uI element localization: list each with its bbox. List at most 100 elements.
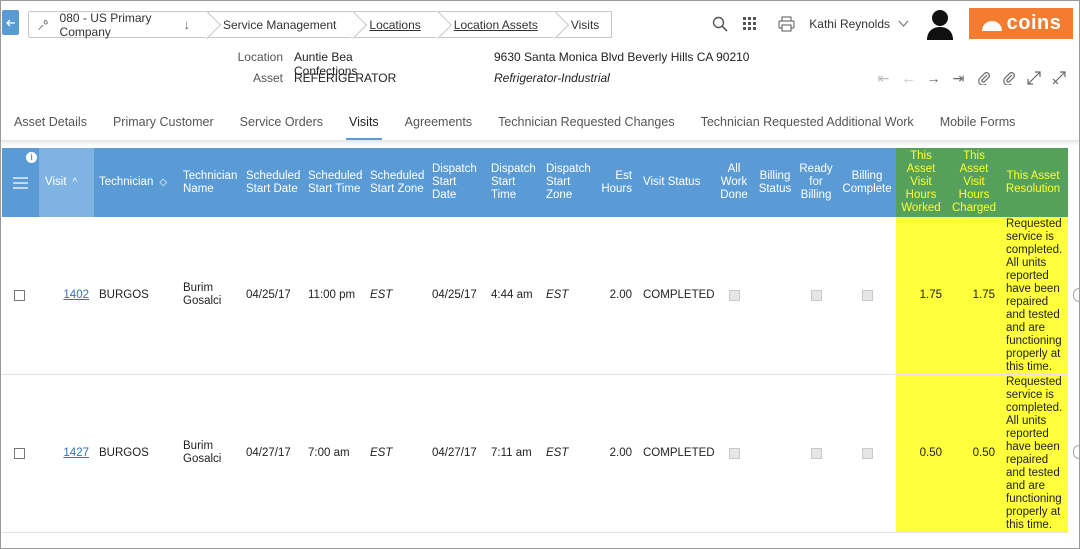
company-selector[interactable]: 080 - US Primary Company ↓: [28, 10, 208, 39]
table-row: 1427 BURGOS Burim Gosalci 04/27/17 7:00 a…: [2, 375, 1068, 533]
back-button[interactable]: [2, 10, 19, 35]
all-work-done-checkbox: [716, 217, 752, 373]
column-label: Visit Status: [643, 176, 701, 188]
est-hours-cell: 2.00: [609, 446, 632, 459]
column-visit[interactable]: Visit ^: [45, 148, 95, 217]
technician-cell: BURGOS: [99, 288, 149, 301]
tab-primary-customer[interactable]: Primary Customer: [100, 104, 227, 140]
tab-agreements[interactable]: Agreements: [392, 104, 485, 140]
all-work-done-checkbox: [716, 375, 752, 531]
first-record-icon[interactable]: ⇤: [873, 67, 894, 89]
column-billing-complete[interactable]: Billing Complete: [842, 148, 892, 217]
wrench-icon: [38, 19, 48, 30]
crumb-location-assets[interactable]: Location Assets: [438, 11, 556, 38]
hours-worked-cell: 0.50: [919, 446, 942, 459]
row-scroll-handle[interactable]: [1073, 445, 1079, 459]
tab-service-orders[interactable]: Service Orders: [227, 104, 336, 140]
coins-logo: coins: [969, 8, 1073, 39]
hours-charged-cell: 1.75: [972, 288, 995, 301]
user-name[interactable]: Kathi Reynolds: [809, 17, 890, 31]
crumb-service-management[interactable]: Service Management: [208, 11, 355, 38]
avatar[interactable]: [925, 8, 955, 40]
sched-date-cell: 04/25/17: [246, 288, 291, 301]
search-icon: [713, 16, 728, 32]
info-icon[interactable]: i: [26, 152, 37, 163]
column-visit-status[interactable]: Visit Status: [643, 148, 713, 217]
attachment-list-icon[interactable]: [998, 67, 1019, 89]
attachment-icon[interactable]: [973, 67, 994, 89]
column-label: Scheduled Start Date: [246, 169, 301, 195]
hours-charged-cell: 0.50: [972, 446, 995, 459]
column-label: This Asset Visit Hours Charged: [951, 150, 997, 214]
chevron-down-icon[interactable]: [898, 17, 909, 31]
table-row: 1402 BURGOS Burim Gosalci 04/25/17 11:00 …: [2, 217, 1068, 375]
tab-bar: Asset Details Primary Customer Service O…: [1, 104, 1079, 141]
column-dispatch-start-zone[interactable]: Dispatch Start Zone: [546, 148, 596, 217]
previous-record-icon[interactable]: ←: [898, 67, 919, 89]
column-label: Billing Complete: [842, 169, 892, 195]
column-resolution[interactable]: This Asset Resolution: [1002, 148, 1064, 217]
ready-for-billing-checkbox: [798, 375, 834, 531]
column-dispatch-start-time[interactable]: Dispatch Start Time: [491, 148, 541, 217]
breadcrumb: 080 - US Primary Company ↓ Service Manag…: [28, 10, 613, 39]
tab-technician-requested-changes[interactable]: Technician Requested Changes: [485, 104, 688, 140]
sort-both-icon: ◇: [159, 177, 168, 188]
billing-complete-checkbox: [842, 375, 892, 531]
hours-worked-cell: 1.75: [919, 288, 942, 301]
column-technician-name[interactable]: Technician Name: [183, 148, 239, 217]
visit-link[interactable]: 1427: [44, 375, 89, 531]
print-button[interactable]: [771, 9, 801, 39]
sched-zone-cell: EST: [370, 288, 393, 301]
asset-label: Asset: [252, 71, 283, 85]
tab-asset-details[interactable]: Asset Details: [1, 104, 100, 140]
row-scroll-handle[interactable]: [1073, 288, 1079, 302]
tab-mobile-forms[interactable]: Mobile Forms: [927, 104, 1029, 140]
visit-link[interactable]: 1402: [44, 217, 89, 373]
column-label: All Work Done: [720, 163, 748, 201]
column-ready-for-billing[interactable]: Ready for Billing: [798, 148, 834, 217]
apps-button[interactable]: [735, 9, 765, 39]
row-select-checkbox[interactable]: [2, 217, 36, 373]
dispatch-zone-cell: EST: [546, 446, 569, 459]
resolution-cell: Requested service is completed. All units re…: [1006, 376, 1063, 531]
column-label: Visit: [45, 176, 67, 188]
tab-visits[interactable]: Visits: [336, 104, 392, 141]
column-label: Billing Status: [758, 169, 792, 195]
column-label: Technician Name: [183, 169, 238, 195]
dispatch-zone-cell: EST: [546, 288, 569, 301]
printer-icon: [778, 16, 795, 31]
column-all-work-done[interactable]: All Work Done: [716, 148, 752, 217]
tab-technician-requested-additional-work[interactable]: Technician Requested Additional Work: [688, 104, 927, 140]
location-address: 9630 Santa Monica Blvd Beverly Hills CA …: [494, 50, 750, 64]
dispatch-date-cell: 04/27/17: [432, 446, 477, 459]
crumb-label: Locations: [369, 17, 421, 32]
column-dispatch-start-date[interactable]: Dispatch Start Date: [432, 148, 482, 217]
column-billing-status[interactable]: Billing Status: [755, 148, 795, 217]
column-hours-worked[interactable]: This Asset Visit Hours Worked: [896, 148, 946, 217]
column-sched-start-date[interactable]: Scheduled Start Date: [246, 148, 302, 217]
column-sched-start-time[interactable]: Scheduled Start Time: [308, 148, 364, 217]
sched-zone-cell: EST: [370, 446, 393, 459]
dispatch-time-cell: 4:44 am: [491, 288, 533, 301]
location-label: Location: [237, 50, 283, 64]
column-sched-start-zone[interactable]: Scheduled Start Zone: [370, 148, 426, 217]
arrow-left-icon: [5, 19, 15, 26]
column-est-hours[interactable]: Est Hours: [598, 148, 632, 217]
technician-name-cell: Burim Gosalci: [183, 282, 222, 307]
next-record-icon[interactable]: →: [923, 67, 944, 89]
last-record-icon[interactable]: ⇥: [948, 67, 969, 89]
grid-icon: [743, 16, 757, 30]
column-label: Ready for Billing: [799, 163, 833, 201]
crumb-label: Location Assets: [453, 17, 538, 32]
expand-icon[interactable]: [1023, 67, 1044, 89]
menu-icon: [13, 176, 28, 189]
search-button[interactable]: [705, 9, 735, 39]
popout-icon[interactable]: [1048, 67, 1069, 89]
row-select-checkbox[interactable]: [2, 375, 36, 531]
column-technician[interactable]: Technician ◇: [99, 148, 179, 217]
technician-cell: BURGOS: [99, 446, 149, 459]
column-hours-charged[interactable]: This Asset Visit Hours Charged: [950, 148, 998, 217]
billing-complete-checkbox: [842, 217, 892, 373]
company-label: 080 - US Primary Company: [59, 10, 152, 39]
arrow-down-icon: ↓: [183, 17, 191, 32]
